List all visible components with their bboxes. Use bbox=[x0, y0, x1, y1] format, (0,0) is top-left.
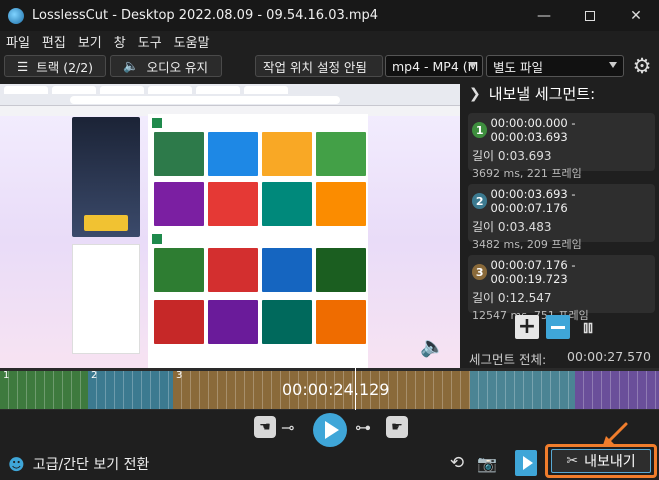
timeline-segment-1[interactable] bbox=[0, 371, 88, 409]
export-button[interactable]: ✂ 내보내기 bbox=[551, 449, 651, 473]
segment-number: 3 bbox=[472, 264, 488, 280]
maximize-button[interactable] bbox=[567, 0, 613, 31]
timeline[interactable]: 1 2 3 00:00:24.129 bbox=[0, 368, 659, 410]
keep-audio-label: 오디오 유지 bbox=[146, 59, 209, 75]
set-end-button[interactable]: ☛ bbox=[386, 416, 408, 438]
total-value: 00:00:27.570 bbox=[567, 349, 651, 364]
segments-header: ❯ 내보낼 세그먼트: bbox=[469, 83, 595, 104]
menu-view[interactable]: 보기 bbox=[78, 32, 102, 51]
jump-start-keyframe-button[interactable]: ⊸ bbox=[281, 418, 294, 437]
toggle-view-button[interactable]: ☻ 고급/간단 보기 전환 bbox=[8, 454, 149, 474]
total-label: 세그먼트 전체: bbox=[469, 352, 547, 367]
keep-audio-button[interactable]: 🔈 오디오 유지 bbox=[110, 55, 222, 77]
speaker-icon: 🔈 bbox=[123, 58, 139, 73]
segment-card-3[interactable]: 3 00:00:07.176 - 00:00:19.723 길이 0:12.54… bbox=[468, 255, 655, 322]
segment-detail: 3482 ms, 209 프레임 bbox=[472, 238, 582, 251]
menu-tools[interactable]: 도구 bbox=[138, 32, 162, 51]
menu-edit[interactable]: 편집 bbox=[42, 32, 66, 51]
jump-end-keyframe-button[interactable]: ⊶ bbox=[355, 418, 371, 437]
split-segment-button[interactable]: ⫾⫾ bbox=[576, 315, 600, 339]
app-logo-icon bbox=[8, 7, 24, 24]
browser-chrome-image bbox=[0, 84, 460, 106]
plus-icon: + bbox=[517, 314, 537, 339]
menu-window[interactable]: 창 bbox=[114, 32, 126, 51]
list-icon: ☰ bbox=[17, 58, 29, 74]
segment-number: 1 bbox=[472, 122, 488, 138]
segments-header-label: 내보낼 세그먼트: bbox=[488, 85, 596, 103]
segment-length: 길이 0:12.547 bbox=[472, 291, 552, 305]
menu-bar: 파일 편집 보기 창 도구 도움말 bbox=[0, 31, 659, 52]
export-button-highlight: ✂ 내보내기 bbox=[545, 444, 657, 478]
segment-length: 길이 0:03.693 bbox=[472, 149, 552, 163]
working-dir-button[interactable]: 작업 위치 설정 안됨 bbox=[255, 55, 383, 77]
timeline-track-label: 1 bbox=[3, 370, 10, 381]
play-icon bbox=[522, 456, 533, 470]
camera-icon: 📷 bbox=[477, 453, 497, 473]
minimize-button[interactable]: — bbox=[521, 0, 567, 31]
tracks-label: 트랙 (2/2) bbox=[36, 59, 94, 75]
current-timecode: 00:00:24.129 bbox=[282, 380, 390, 399]
timeline-segment-2[interactable] bbox=[88, 371, 173, 409]
timeline-track-label: 3 bbox=[176, 370, 183, 381]
screenshot-button[interactable]: 📷 bbox=[476, 452, 498, 474]
rotate-button[interactable]: ⟲ bbox=[446, 452, 468, 474]
segment-length: 길이 0:03.483 bbox=[472, 220, 552, 234]
add-segment-button[interactable]: + bbox=[515, 315, 539, 339]
timeline-track-label: 2 bbox=[91, 370, 98, 381]
play-button[interactable] bbox=[313, 413, 347, 447]
rotate-icon: ⟲ bbox=[449, 453, 465, 473]
segments-panel: ❯ 내보낼 세그먼트: 1 00:00:00.000 - 00:00:03.69… bbox=[463, 80, 659, 368]
chevron-down-icon bbox=[468, 62, 476, 68]
working-dir-label: 작업 위치 설정 안됨 bbox=[263, 59, 367, 75]
scissors-icon: ✂ bbox=[566, 453, 579, 469]
key-icon: ⊸ bbox=[281, 418, 295, 437]
segment-range: 00:00:03.693 - 00:00:07.176 bbox=[490, 187, 576, 215]
toolbar: ☰ 트랙 (2/2) 🔈 오디오 유지 작업 위치 설정 안됨 mp4 - MP… bbox=[0, 52, 659, 80]
segment-range: 00:00:00.000 - 00:00:03.693 bbox=[490, 116, 576, 144]
segment-card-1[interactable]: 1 00:00:00.000 - 00:00:03.693 길이 0:03.69… bbox=[468, 113, 655, 180]
toggle-view-label: 고급/간단 보기 전환 bbox=[32, 457, 150, 473]
video-sidebar-image bbox=[72, 244, 140, 354]
title-bar: LosslessCut - Desktop 2022.08.09 - 09.54… bbox=[0, 0, 659, 31]
play-icon bbox=[325, 421, 339, 439]
segment-detail: 3692 ms, 221 프레임 bbox=[472, 167, 582, 180]
output-mode-value: 별도 파일 bbox=[493, 59, 543, 75]
timeline-segment-4[interactable] bbox=[470, 371, 575, 409]
close-icon: ✕ bbox=[630, 7, 642, 24]
set-start-button[interactable]: ☚ bbox=[254, 416, 276, 438]
segment-number: 2 bbox=[472, 193, 488, 209]
remove-segment-button[interactable] bbox=[546, 315, 570, 339]
gear-icon: ⚙ bbox=[632, 54, 652, 78]
segment-card-2[interactable]: 2 00:00:03.693 - 00:00:07.176 길이 0:03.48… bbox=[468, 184, 655, 251]
minus-icon bbox=[551, 325, 565, 329]
menu-help[interactable]: 도움말 bbox=[174, 32, 210, 51]
pointing-hand-icon: ☚ bbox=[259, 419, 271, 435]
video-ad-image bbox=[72, 117, 140, 237]
key-icon: ⊶ bbox=[355, 418, 371, 437]
export-label: 내보내기 bbox=[584, 454, 636, 470]
minimize-icon: — bbox=[537, 7, 551, 24]
output-mode-select[interactable]: 별도 파일 bbox=[486, 55, 624, 77]
segment-range: 00:00:07.176 - 00:00:19.723 bbox=[490, 258, 576, 286]
video-frame: 🔈 bbox=[0, 84, 460, 368]
video-content-image bbox=[148, 114, 368, 368]
maximize-icon bbox=[585, 10, 595, 21]
segments-total: 세그먼트 전체: 00:00:27.570 bbox=[469, 349, 655, 368]
timeline-segment-5[interactable] bbox=[575, 371, 659, 409]
window-title: LosslessCut - Desktop 2022.08.09 - 09.54… bbox=[32, 8, 379, 23]
split-icon: ⫾⫾ bbox=[583, 318, 593, 336]
settings-button[interactable]: ⚙ bbox=[630, 54, 654, 78]
pointing-hand-icon: ☛ bbox=[391, 419, 403, 435]
tracks-button[interactable]: ☰ 트랙 (2/2) bbox=[4, 55, 106, 77]
format-value: mp4 - MP4 (M bbox=[392, 58, 479, 74]
export-confirm-toggle[interactable] bbox=[515, 450, 537, 476]
person-icon: ☻ bbox=[8, 454, 25, 474]
chevron-right-icon[interactable]: ❯ bbox=[469, 86, 481, 102]
menu-file[interactable]: 파일 bbox=[6, 32, 30, 51]
chevron-down-icon bbox=[609, 62, 617, 68]
volume-icon: 🔈 bbox=[420, 334, 445, 358]
format-select[interactable]: mp4 - MP4 (M bbox=[385, 55, 483, 77]
close-button[interactable]: ✕ bbox=[613, 0, 659, 31]
video-preview[interactable]: 🔈 bbox=[0, 84, 460, 368]
